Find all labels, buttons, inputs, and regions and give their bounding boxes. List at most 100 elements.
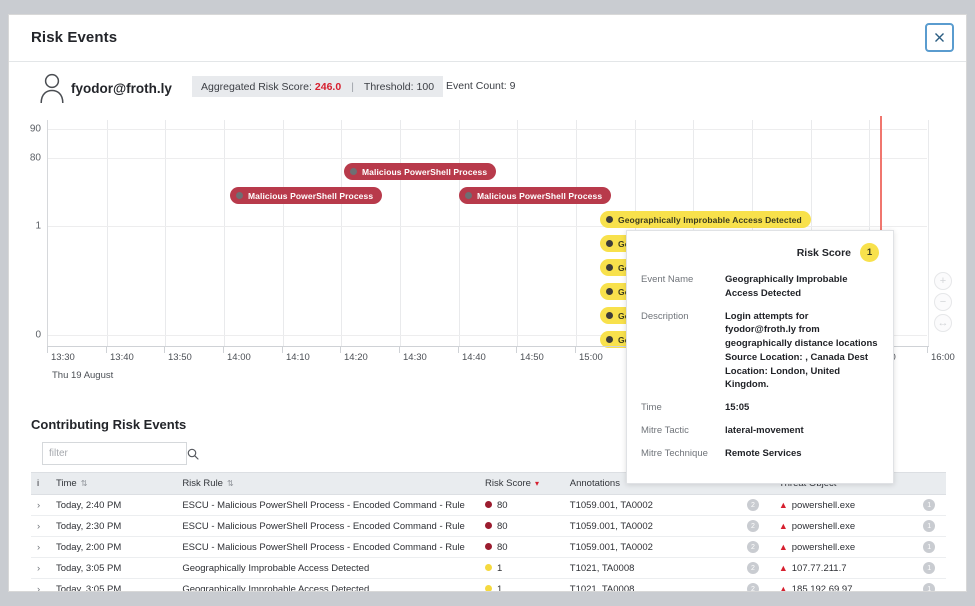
row-expand-toggle[interactable]: ›	[31, 495, 50, 516]
modal-header: Risk Events	[9, 15, 966, 62]
event-severity-dot	[350, 168, 357, 175]
chart-event-pill[interactable]: Geographically Improbable Access Detecte…	[600, 211, 811, 228]
zoom-out-button[interactable]: −	[934, 293, 952, 311]
chart-event-label: Geographically Improbable Access Detecte…	[618, 215, 802, 225]
threat-count-badge[interactable]: 1	[923, 562, 935, 574]
tooltip-row: Mitre TechniqueRemote Services	[641, 447, 879, 461]
row-risk-rule: ESCU - Malicious PowerShell Process - En…	[176, 516, 479, 537]
row-risk-rule: Geographically Improbable Access Detecte…	[176, 579, 479, 593]
table-row[interactable]: ›Today, 3:05 PMGeographically Improbable…	[31, 579, 946, 593]
tooltip-row-value: Geographically Improbable Access Detecte…	[725, 273, 879, 301]
chart-event-pill[interactable]: Malicious PowerShell Process	[230, 187, 382, 204]
row-time: Today, 2:40 PM	[50, 495, 176, 516]
event-detail-tooltip: Risk Score 1 Event NameGeographically Im…	[626, 230, 894, 484]
chart-zoom-controls[interactable]: + − ↔	[934, 272, 952, 332]
threat-count-badge-cell[interactable]: 1	[917, 537, 946, 558]
table-row[interactable]: ›Today, 3:05 PMGeographically Improbable…	[31, 558, 946, 579]
row-threat-object: ▲107.77.211.7	[773, 558, 917, 579]
chart-x-tick-label: 14:30	[403, 352, 427, 363]
risk-score-value: 1	[497, 584, 502, 593]
sort-icon[interactable]: ⇅	[81, 479, 88, 488]
risk-score-dot	[485, 564, 492, 571]
threat-count-badge[interactable]: 1	[923, 499, 935, 511]
threat-count-badge-cell[interactable]: 1	[917, 579, 946, 593]
row-time: Today, 3:05 PM	[50, 579, 176, 593]
table-column-label: Risk Rule	[182, 478, 223, 489]
event-severity-dot	[606, 336, 613, 343]
row-expand-toggle[interactable]: ›	[31, 558, 50, 579]
chart-x-tick-mark	[516, 346, 517, 353]
threat-count-badge-cell[interactable]: 1	[917, 495, 946, 516]
table-column-header[interactable]: i	[31, 473, 50, 495]
threat-count-badge[interactable]: 1	[923, 541, 935, 553]
chart-gridline	[224, 120, 225, 346]
chart-gridline	[459, 120, 460, 346]
warning-icon: ▲	[779, 584, 788, 593]
close-button[interactable]	[925, 23, 954, 52]
table-column-header[interactable]	[917, 473, 946, 495]
chart-event-pill[interactable]: Malicious PowerShell Process	[344, 163, 496, 180]
row-expand-toggle[interactable]: ›	[31, 537, 50, 558]
event-severity-dot	[606, 312, 613, 319]
threat-object-value: 107.77.211.7	[792, 563, 847, 574]
tooltip-row-key: Time	[641, 401, 725, 415]
filter-input[interactable]	[43, 448, 187, 459]
annotations-count-badge[interactable]: 2	[747, 541, 759, 553]
tooltip-row: Time15:05	[641, 401, 879, 415]
chart-gridline	[283, 120, 284, 346]
event-severity-dot	[236, 192, 243, 199]
annotations-count-badge[interactable]: 2	[747, 562, 759, 574]
chart-y-tick-label: 80	[30, 153, 41, 164]
annotations-count-badge-cell[interactable]: 2	[741, 579, 773, 593]
table-column-header[interactable]: Risk Score▾	[479, 473, 564, 495]
annotations-count-badge[interactable]: 2	[747, 520, 759, 532]
table-column-label: i	[37, 478, 39, 489]
table-row[interactable]: ›Today, 2:30 PMESCU - Malicious PowerShe…	[31, 516, 946, 537]
chart-x-tick-label: 14:10	[286, 352, 310, 363]
threat-count-badge-cell[interactable]: 1	[917, 516, 946, 537]
chart-x-tick-label: 14:00	[227, 352, 251, 363]
row-threat-object: ▲185.192.69.97	[773, 579, 917, 593]
zoom-reset-button[interactable]: ↔	[934, 314, 952, 332]
zoom-in-button[interactable]: +	[934, 272, 952, 290]
threat-count-badge[interactable]: 1	[923, 520, 935, 532]
threat-count-badge[interactable]: 1	[923, 583, 935, 592]
chart-x-tick-label: 13:50	[168, 352, 192, 363]
chart-x-tick-mark	[106, 346, 107, 353]
row-risk-rule: ESCU - Malicious PowerShell Process - En…	[176, 537, 479, 558]
warning-icon: ▲	[779, 500, 788, 510]
tooltip-row-value: Login attempts for fyodor@froth.ly from …	[725, 310, 879, 393]
username-label: fyodor@froth.ly	[71, 81, 172, 96]
chart-gridline	[165, 120, 166, 346]
chart-x-tick-label: 15:00	[579, 352, 603, 363]
sort-icon[interactable]: ⇅	[227, 479, 234, 488]
risk-score-dot	[485, 501, 492, 508]
chart-gridline	[400, 120, 401, 346]
table-column-header[interactable]: Risk Rule ⇅	[176, 473, 479, 495]
tooltip-row: Mitre Tacticlateral-movement	[641, 424, 879, 438]
table-column-label: Annotations	[570, 478, 620, 489]
table-body: ›Today, 2:40 PMESCU - Malicious PowerShe…	[31, 495, 946, 593]
annotations-count-badge[interactable]: 2	[747, 499, 759, 511]
table-row[interactable]: ›Today, 2:40 PMESCU - Malicious PowerShe…	[31, 495, 946, 516]
annotations-count-badge-cell[interactable]: 2	[741, 495, 773, 516]
tooltip-header: Risk Score 1	[641, 243, 879, 262]
tooltip-row-key: Mitre Tactic	[641, 424, 725, 438]
filter-box[interactable]	[42, 442, 187, 465]
table-row[interactable]: ›Today, 2:00 PMESCU - Malicious PowerShe…	[31, 537, 946, 558]
aggregated-risk-score-label: Aggregated Risk Score:	[201, 81, 312, 93]
annotations-count-badge[interactable]: 2	[747, 583, 759, 592]
row-expand-toggle[interactable]: ›	[31, 579, 50, 593]
chart-x-tick-label: 14:50	[520, 352, 544, 363]
table-column-header[interactable]: Time⇅	[50, 473, 176, 495]
sort-icon[interactable]: ▾	[535, 479, 539, 488]
threat-count-badge-cell[interactable]: 1	[917, 558, 946, 579]
annotations-count-badge-cell[interactable]: 2	[741, 537, 773, 558]
chart-x-tick-label: 13:30	[51, 352, 75, 363]
annotations-count-badge-cell[interactable]: 2	[741, 558, 773, 579]
chart-event-pill[interactable]: Malicious PowerShell Process	[459, 187, 611, 204]
event-count: Event Count: 9	[446, 80, 515, 92]
row-expand-toggle[interactable]: ›	[31, 516, 50, 537]
row-risk-score: 80	[479, 537, 564, 558]
annotations-count-badge-cell[interactable]: 2	[741, 516, 773, 537]
